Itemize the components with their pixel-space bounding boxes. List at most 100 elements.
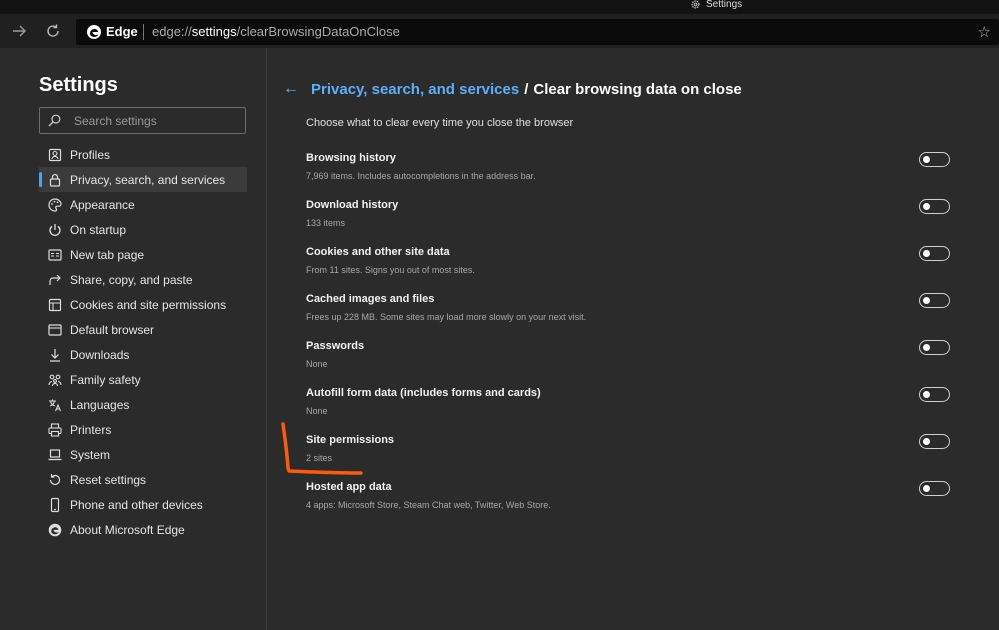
- site-permissions-toggle[interactable]: [919, 434, 950, 449]
- address-bar[interactable]: Edge edge://settings/clearBrowsingDataOn…: [76, 19, 999, 45]
- power-icon: [47, 222, 63, 238]
- download-icon: [47, 347, 63, 363]
- lock-icon: [47, 172, 63, 188]
- sidebar-title: Settings: [39, 74, 118, 96]
- address-brand: Edge: [106, 24, 138, 39]
- language-icon: [47, 397, 63, 413]
- new-tab-icon: [47, 247, 63, 263]
- option-label: Passwords: [306, 340, 365, 352]
- edge-logo-icon: [87, 25, 101, 39]
- share-icon: [47, 272, 63, 288]
- sidebar-item-label: Share, copy, and paste: [70, 272, 193, 287]
- sidebar-item-appearance[interactable]: Appearance: [39, 192, 247, 217]
- sidebar-item-label: System: [70, 447, 111, 462]
- sidebar-item-label: Phone and other devices: [70, 497, 203, 512]
- passwords-toggle[interactable]: [919, 340, 950, 355]
- browser-icon: [47, 322, 63, 338]
- sidebar-item-system[interactable]: System: [39, 442, 247, 467]
- download-history-toggle[interactable]: [919, 199, 950, 214]
- title-bar: Settings: [0, 0, 999, 14]
- family-icon: [47, 372, 63, 388]
- option-download-history: Download history 133 items: [306, 199, 956, 239]
- laptop-icon: [47, 447, 63, 463]
- search-input[interactable]: [72, 111, 241, 131]
- sidebar-item-label: Family safety: [70, 372, 141, 387]
- option-description: 4 apps: Microsoft Store, Steam Chat web,…: [306, 500, 551, 510]
- back-arrow-icon[interactable]: [10, 22, 28, 40]
- url-scheme: edge://: [152, 24, 192, 39]
- sidebar-item-label: On startup: [70, 222, 127, 237]
- cached-images-and-files-toggle[interactable]: [919, 293, 950, 308]
- option-hosted-app-data: Hosted app data 4 apps: Microsoft Store, …: [306, 481, 956, 521]
- sidebar-item-on-startup[interactable]: On startup: [39, 217, 247, 242]
- option-label: Cached images and files: [306, 293, 435, 305]
- sidebar-item-about-microsoft-edge[interactable]: About Microsoft Edge: [39, 517, 247, 542]
- hosted-app-data-toggle[interactable]: [919, 481, 950, 496]
- toggle-knob: [923, 250, 930, 257]
- toggle-knob: [923, 344, 930, 351]
- sidebar-item-downloads[interactable]: Downloads: [39, 342, 247, 367]
- back-arrow-icon[interactable]: ←: [283, 80, 299, 98]
- sidebar-item-phone-and-other-devices[interactable]: Phone and other devices: [39, 492, 247, 517]
- browsing-history-toggle[interactable]: [919, 152, 950, 167]
- toggle-knob: [923, 203, 930, 210]
- toggle-knob: [923, 485, 930, 492]
- sidebar-item-printers[interactable]: Printers: [39, 417, 247, 442]
- sidebar-item-new-tab-page[interactable]: New tab page: [39, 242, 247, 267]
- address-url[interactable]: edge://settings/clearBrowsingDataOnClose: [152, 24, 400, 39]
- option-label: Hosted app data: [306, 481, 392, 493]
- cookies-and-other-site-data-toggle[interactable]: [919, 246, 950, 261]
- option-description: 133 items: [306, 218, 346, 228]
- breadcrumb: ← Privacy, search, and services / Clear …: [283, 80, 742, 98]
- sidebar-item-label: Cookies and site permissions: [70, 297, 227, 312]
- option-description: Frees up 228 MB. Some sites may load mor…: [306, 312, 587, 322]
- option-label: Browsing history: [306, 152, 396, 164]
- option-label: Download history: [306, 199, 399, 211]
- sidebar-item-label: Reset settings: [70, 472, 147, 487]
- refresh-icon[interactable]: [44, 22, 62, 40]
- sidebar-item-profiles[interactable]: Profiles: [39, 142, 247, 167]
- sidebar-item-privacy-search-and-services[interactable]: Privacy, search, and services: [39, 167, 247, 192]
- sidebar-item-family-safety[interactable]: Family safety: [39, 367, 247, 392]
- sidebar-item-default-browser[interactable]: Default browser: [39, 317, 247, 342]
- breadcrumb-link-privacy[interactable]: Privacy, search, and services: [311, 81, 519, 98]
- sidebar-item-reset-settings[interactable]: Reset settings: [39, 467, 247, 492]
- gear-icon: [691, 0, 700, 9]
- option-description: None: [306, 359, 328, 369]
- palette-icon: [47, 197, 63, 213]
- favorite-star-icon[interactable]: ☆: [978, 23, 991, 41]
- search-box[interactable]: [39, 107, 246, 134]
- option-label: Site permissions: [306, 434, 395, 446]
- sidebar-item-label: Appearance: [70, 197, 135, 212]
- sidebar-item-label: New tab page: [70, 247, 145, 262]
- option-description: 2 sites: [306, 453, 333, 463]
- option-label: Cookies and other site data: [306, 246, 450, 258]
- sidebar-item-cookies-and-site-permissions[interactable]: Cookies and site permissions: [39, 292, 247, 317]
- sidebar-item-label: Downloads: [70, 347, 130, 362]
- option-passwords: Passwords None: [306, 340, 956, 380]
- autofill-form-data-includes-forms-and-cards-toggle[interactable]: [919, 387, 950, 402]
- edge-logo-icon: [47, 522, 63, 538]
- sidebar-item-share-copy-and-paste[interactable]: Share, copy, and paste: [39, 267, 247, 292]
- page-subtitle: Choose what to clear every time you clos…: [306, 117, 574, 129]
- printer-icon: [47, 422, 63, 438]
- sidebar-item-label: Profiles: [70, 147, 111, 162]
- breadcrumb-separator: /: [524, 80, 529, 98]
- sidebar-item-label: Languages: [70, 397, 130, 412]
- main-content: ← Privacy, search, and services / Clear …: [267, 48, 999, 630]
- option-cached-images-and-files: Cached images and files Frees up 228 MB. …: [306, 293, 956, 333]
- toggle-knob: [923, 438, 930, 445]
- address-separator: [143, 24, 144, 40]
- sidebar-item-label: About Microsoft Edge: [70, 522, 185, 537]
- sidebar-item-languages[interactable]: Languages: [39, 392, 247, 417]
- tab-settings[interactable]: Settings: [690, 0, 742, 10]
- option-site-permissions: Site permissions 2 sites: [306, 434, 956, 474]
- profile-icon: [47, 147, 63, 163]
- option-description: None: [306, 406, 328, 416]
- search-icon: [48, 114, 61, 127]
- sidebar-item-label: Default browser: [70, 322, 155, 337]
- option-description: From 11 sites. Signs you out of most sit…: [306, 265, 475, 275]
- option-autofill-form-data-includes-forms-and-cards: Autofill form data (includes forms and c…: [306, 387, 956, 427]
- cookies-icon: [47, 297, 63, 313]
- toggle-knob: [923, 156, 930, 163]
